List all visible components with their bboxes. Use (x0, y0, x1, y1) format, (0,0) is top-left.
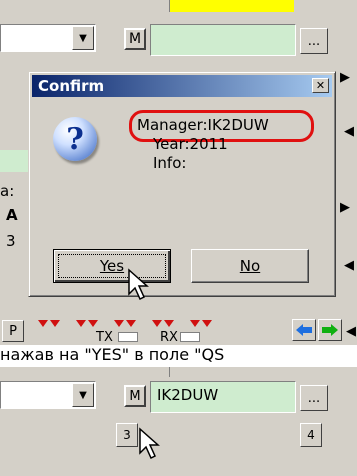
number-button-4[interactable]: 4 (300, 423, 322, 447)
bottom-toolbar-strip: P TX RX ◀ (0, 318, 357, 345)
combo-dropdown-button[interactable]: ▼ (72, 26, 94, 50)
confirm-dialog: Confirm ✕ ? Manager:IK2DUW Year:2011 Inf… (28, 71, 336, 301)
scroll-left-arrow-icon-2[interactable]: ◀ (344, 258, 354, 273)
bottom-app-window: ▼ M IK2DUW ... 3 4 (0, 367, 357, 476)
p-button[interactable]: P (2, 320, 24, 342)
arrow-left-icon (296, 324, 312, 336)
rx-label: RX (160, 330, 178, 345)
dots-button-2[interactable]: ... (300, 385, 328, 411)
combo-dropdown-button-2[interactable]: ▼ (72, 383, 94, 407)
scroll-right-arrow-icon[interactable]: ▶ (340, 70, 350, 85)
dialog-titlebar: Confirm ✕ (32, 75, 332, 97)
message-manager: Manager:IK2DUW (137, 116, 269, 134)
mouse-cursor-icon (128, 268, 149, 301)
side-label-A: A (6, 206, 18, 224)
no-button[interactable]: No (191, 249, 309, 283)
tx-label: TX (96, 330, 113, 345)
side-label-a: a: (0, 182, 15, 200)
scroll-left-arrow-icon[interactable]: ◀ (344, 124, 354, 139)
yes-button[interactable]: Yes (53, 249, 171, 283)
dots-button[interactable]: ... (300, 28, 328, 54)
scroll-right-arrow-icon-2[interactable]: ▶ (340, 200, 350, 215)
combo-box[interactable]: ▼ (0, 24, 96, 52)
top-field (98, 0, 170, 12)
arrow-right-icon (322, 324, 338, 336)
yellow-field (170, 0, 294, 12)
m-button[interactable]: M (124, 28, 146, 50)
caption-text: нажав на "YES" в поле "QS (0, 345, 225, 364)
chevron-down-icon: ▼ (79, 32, 87, 44)
close-icon: ✕ (315, 79, 326, 92)
message-info: Info: (153, 154, 187, 172)
red-chevrons-decoration (38, 320, 212, 327)
close-button[interactable]: ✕ (312, 78, 329, 93)
combo-box-2[interactable]: ▼ (0, 381, 96, 409)
green-field[interactable] (150, 24, 296, 56)
dialog-title: Confirm (38, 77, 105, 95)
arrow-right-button[interactable] (318, 319, 342, 341)
arrow-left-button[interactable] (292, 319, 316, 341)
chevron-down-icon: ▼ (79, 389, 87, 401)
side-label-3: 3 (6, 232, 16, 250)
scroll-left-arrow-icon-3[interactable]: ◀ (346, 324, 356, 339)
number-button-3[interactable]: 3 (116, 423, 138, 447)
tx-indicator (118, 332, 138, 342)
callsign-field[interactable]: IK2DUW (150, 381, 296, 413)
mouse-cursor-icon-2 (139, 427, 160, 460)
message-year: Year:2011 (153, 135, 228, 153)
top-field-2 (98, 367, 170, 377)
m-button-2[interactable]: M (124, 385, 146, 407)
question-icon: ? (53, 117, 97, 161)
rx-indicator (180, 332, 200, 342)
side-green-tab (0, 150, 28, 172)
